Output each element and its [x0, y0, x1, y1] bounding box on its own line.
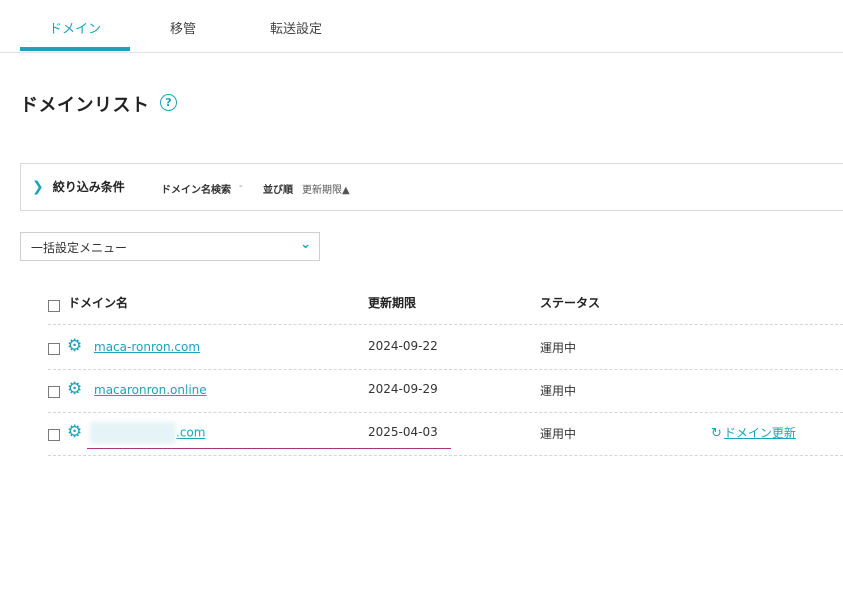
gear-icon[interactable]: ⚙	[67, 422, 82, 442]
status: 運用中	[540, 341, 577, 355]
help-icon[interactable]: ?	[160, 94, 177, 111]
row-checkbox[interactable]	[48, 386, 60, 398]
sort-label: 並び順	[263, 185, 293, 196]
domain-suffix: .com	[176, 425, 206, 440]
renew-icon: ↻	[711, 426, 722, 441]
domain-link[interactable]: maca-ronron.com	[94, 340, 200, 354]
bulk-settings-menu[interactable]: 一括設定メニュー ⌄	[20, 232, 320, 261]
expiry-date: 2025-04-03	[368, 425, 438, 439]
domain-search-value: -	[239, 181, 243, 192]
tab-transfer[interactable]: 移管	[170, 18, 196, 37]
page-title: ドメインリスト	[20, 95, 150, 116]
status: 運用中	[540, 384, 577, 398]
annotation-underline	[87, 448, 451, 449]
filter-label: 絞り込み条件	[52, 180, 125, 194]
select-all-checkbox[interactable]	[48, 300, 60, 312]
tab-domain[interactable]: ドメイン	[20, 18, 130, 37]
bulk-settings-label: 一括設定メニュー	[31, 241, 128, 255]
filter-panel: ❯ 絞り込み条件 ドメイン名検索 - 並び順 更新期限▲	[20, 163, 843, 211]
tab-forwarding-settings[interactable]: 転送設定	[270, 18, 322, 37]
gear-icon[interactable]: ⚙	[67, 379, 82, 399]
table-header: ドメイン名 更新期限 ステータス	[48, 294, 843, 325]
header-expiry: 更新期限	[368, 296, 417, 310]
active-tab-indicator	[20, 47, 130, 51]
renew-label: ドメイン更新	[723, 426, 796, 440]
expiry-date: 2024-09-29	[368, 382, 438, 396]
gear-icon[interactable]: ⚙	[67, 336, 82, 356]
table-row: ⚙ maca-ronron.com 2024-09-22 運用中	[48, 326, 843, 370]
table-row: ⚙ .com 2025-04-03 運用中 ↻ ドメイン更新	[48, 412, 843, 456]
header-domain: ドメイン名	[68, 296, 129, 310]
header-status: ステータス	[540, 296, 601, 310]
domain-search-label: ドメイン名検索	[161, 185, 231, 196]
chevron-right-icon: ❯	[32, 178, 44, 195]
row-checkbox[interactable]	[48, 343, 60, 355]
table-row: ⚙ macaronron.online 2024-09-29 運用中	[48, 369, 843, 413]
sort-value: 更新期限▲	[302, 185, 350, 196]
row-checkbox[interactable]	[48, 429, 60, 441]
tab-bar: ドメイン 移管 転送設定	[0, 0, 843, 53]
filter-toggle[interactable]: ❯ 絞り込み条件	[32, 178, 125, 195]
domain-renew-link[interactable]: ↻ ドメイン更新	[711, 424, 796, 441]
chevron-down-icon: ⌄	[300, 237, 311, 252]
redacted-blur	[90, 422, 176, 444]
domain-link[interactable]: macaronron.online	[94, 383, 207, 397]
domain-link[interactable]: .com	[90, 422, 205, 444]
expiry-date: 2024-09-22	[368, 339, 438, 353]
status: 運用中	[540, 427, 577, 441]
